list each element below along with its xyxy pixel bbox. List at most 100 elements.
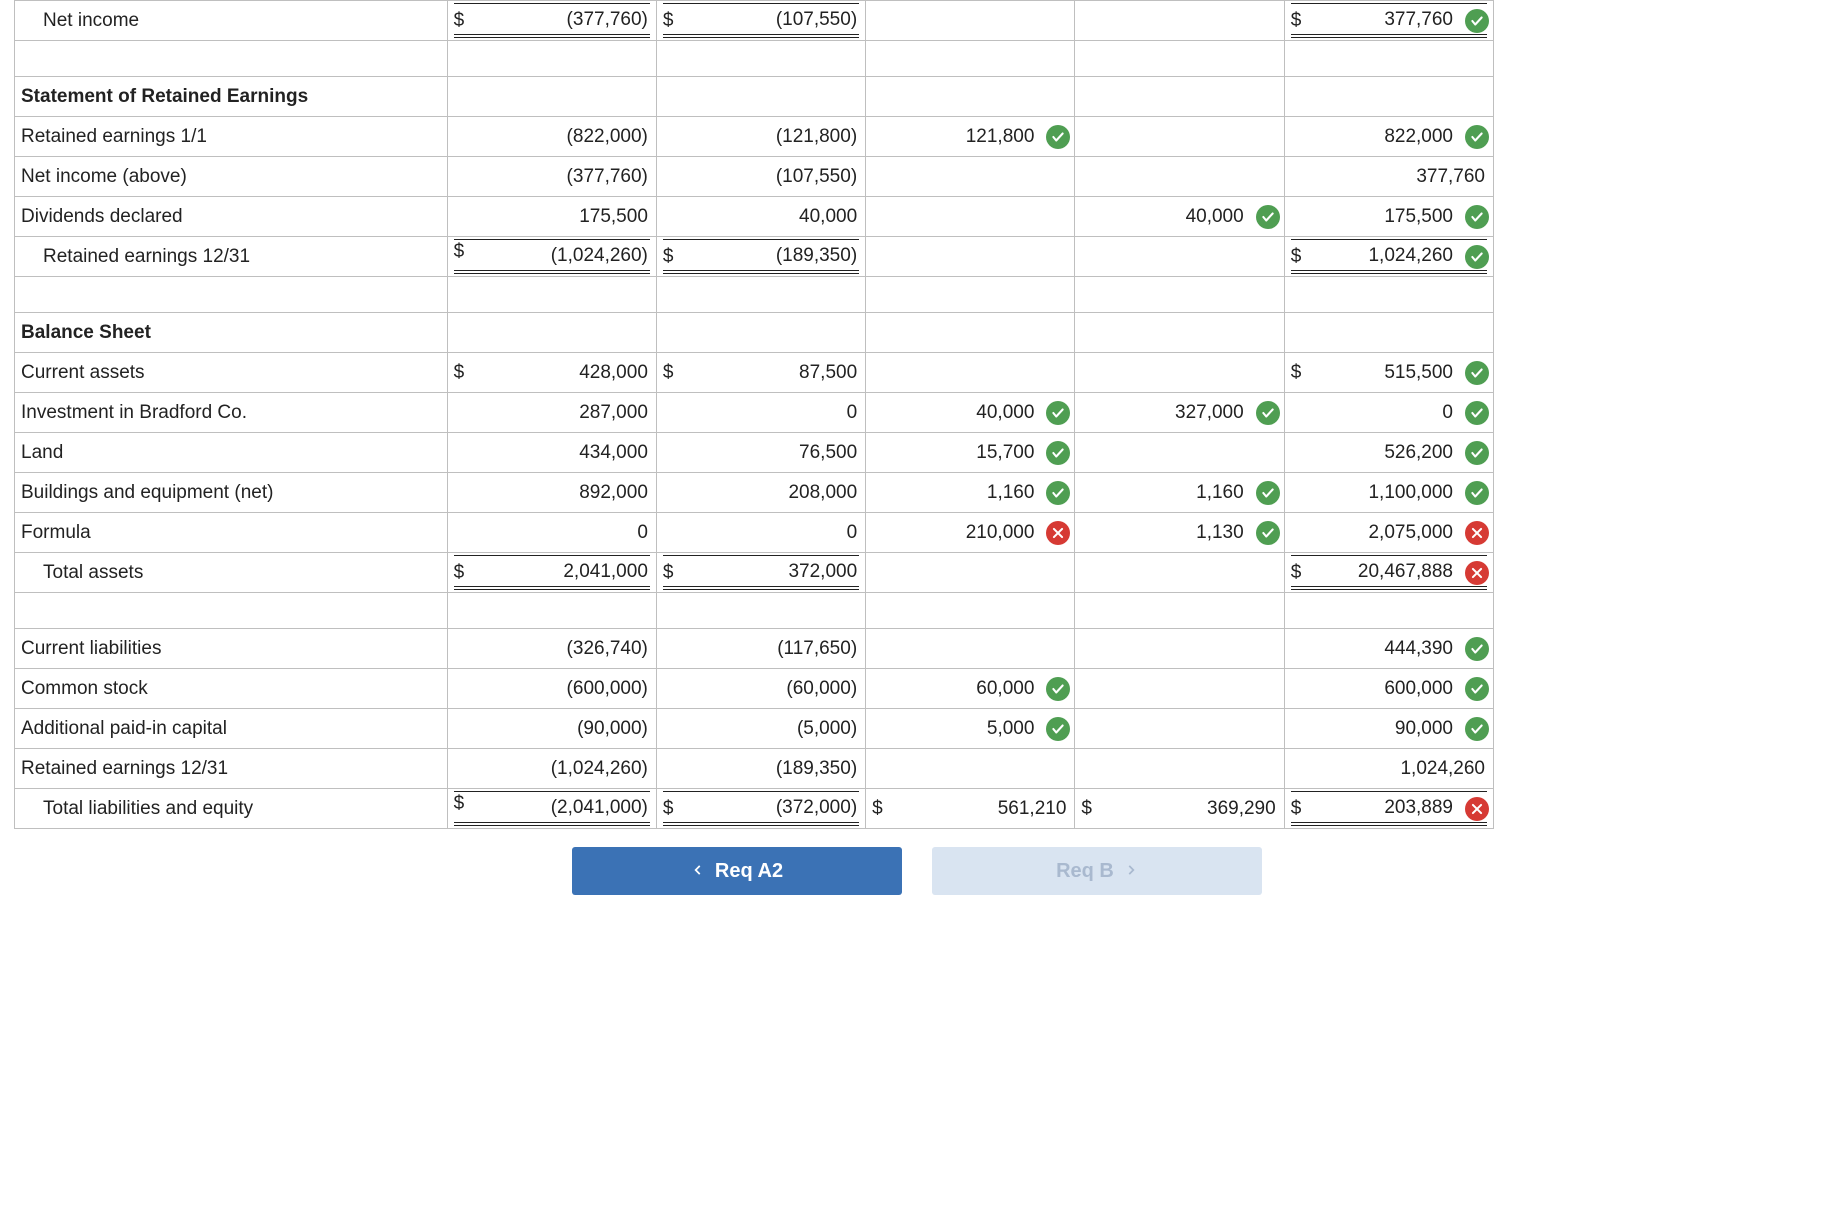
col-5: 526,200 <box>1284 433 1493 473</box>
x-icon <box>1465 561 1489 585</box>
col-4 <box>1075 669 1284 709</box>
col-2: $(189,350) <box>656 237 865 277</box>
cell-value: 87,500 <box>799 362 859 384</box>
col-2: 0 <box>656 393 865 433</box>
row-label: Retained earnings 12/31 <box>15 237 448 277</box>
col-1: (822,000) <box>447 117 656 157</box>
table-row: Formula00210,0001,1302,075,000 <box>15 513 1494 553</box>
cell-value: (5,000) <box>797 718 859 740</box>
row-label: Retained earnings 1/1 <box>15 117 448 157</box>
row-label: Current assets <box>15 353 448 393</box>
row-label: Buildings and equipment (net) <box>15 473 448 513</box>
col-1: $(1,024,260) <box>447 237 656 277</box>
table-row: Net income$(377,760)$(107,550)$377,760 <box>15 1 1494 41</box>
col-4: 40,000 <box>1075 197 1284 237</box>
checkmark-icon <box>1046 677 1070 701</box>
row-label: Land <box>15 433 448 473</box>
next-button[interactable]: Req B <box>932 847 1262 895</box>
cell-value: 561,210 <box>998 798 1069 820</box>
col-5: 600,000 <box>1284 669 1493 709</box>
row-label: Investment in Bradford Co. <box>15 393 448 433</box>
table-row: Balance Sheet <box>15 313 1494 353</box>
checkmark-icon <box>1046 125 1070 149</box>
checkmark-icon <box>1465 717 1489 741</box>
col-4 <box>1075 433 1284 473</box>
col-4: 1,160 <box>1075 473 1284 513</box>
x-icon <box>1465 521 1489 545</box>
table-row: Total assets$2,041,000$372,000$20,467,88… <box>15 553 1494 593</box>
table-row <box>15 277 1494 313</box>
row-label: Total liabilities and equity <box>15 789 448 829</box>
col-2: (5,000) <box>656 709 865 749</box>
col-2: 76,500 <box>656 433 865 473</box>
col-2: 208,000 <box>656 473 865 513</box>
cell-value: (1,024,260) <box>551 245 650 267</box>
chevron-right-icon <box>1124 860 1138 883</box>
col-1: $428,000 <box>447 353 656 393</box>
x-icon <box>1046 521 1070 545</box>
table-row: Buildings and equipment (net)892,000 208,… <box>15 473 1494 513</box>
section-header: Statement of Retained Earnings <box>15 77 448 117</box>
col-3: 210,000 <box>866 513 1075 553</box>
col-5: 90,000 <box>1284 709 1493 749</box>
cell-value: 434,000 <box>579 442 650 464</box>
col-2: (117,650) <box>656 629 865 669</box>
col-1: $(2,041,000) <box>447 789 656 829</box>
checkmark-icon <box>1046 441 1070 465</box>
col-2: (60,000) <box>656 669 865 709</box>
prev-button[interactable]: Req A2 <box>572 847 902 895</box>
table-row: Common stock(600,000)(60,000)60,000600,0… <box>15 669 1494 709</box>
table-row: Additional paid-in capital(90,000) (5,000… <box>15 709 1494 749</box>
row-label: Additional paid-in capital <box>15 709 448 749</box>
col-3 <box>866 1 1075 41</box>
cell-value: (60,000) <box>786 678 859 700</box>
col-1: (377,760) <box>447 157 656 197</box>
col-1: (1,024,260) <box>447 749 656 789</box>
cell-value: 287,000 <box>579 402 650 424</box>
table-row: Total liabilities and equity$(2,041,000)… <box>15 789 1494 829</box>
checkmark-icon <box>1465 401 1489 425</box>
checkmark-icon <box>1465 677 1489 701</box>
table-row: Net income (above)(377,760)(107,550)377,… <box>15 157 1494 197</box>
row-label: Dividends declared <box>15 197 448 237</box>
col-3 <box>866 157 1075 197</box>
col-1: 892,000 <box>447 473 656 513</box>
checkmark-icon <box>1256 401 1280 425</box>
cell-value: (189,350) <box>776 758 859 780</box>
col-2: $(372,000) <box>656 789 865 829</box>
col-2: (107,550) <box>656 157 865 197</box>
cell-value: (107,550) <box>776 166 859 188</box>
table-row: Statement of Retained Earnings <box>15 77 1494 117</box>
cell-value: 0 <box>847 522 860 544</box>
table-row: Retained earnings 12/31(1,024,260) (189,3… <box>15 749 1494 789</box>
col-4 <box>1075 157 1284 197</box>
table-row: Retained earnings 1/1(822,000)(121,800)1… <box>15 117 1494 157</box>
col-2: $372,000 <box>656 553 865 593</box>
col-1: 175,500 <box>447 197 656 237</box>
col-5: $515,500 <box>1284 353 1493 393</box>
cell-value: 2,041,000 <box>563 561 650 583</box>
table-row: Investment in Bradford Co.287,000040,000… <box>15 393 1494 433</box>
col-5: $20,467,888 <box>1284 553 1493 593</box>
row-label: Total assets <box>15 553 448 593</box>
table-row <box>15 593 1494 629</box>
col-1: (90,000) <box>447 709 656 749</box>
cell-value: (377,760) <box>567 9 650 31</box>
checkmark-icon <box>1046 401 1070 425</box>
cell-value: 0 <box>847 402 860 424</box>
next-button-label: Req B <box>1056 860 1114 883</box>
col-3 <box>866 197 1075 237</box>
checkmark-icon <box>1256 481 1280 505</box>
checkmark-icon <box>1465 9 1489 33</box>
cell-value: (117,650) <box>777 638 859 660</box>
cell-value: 372,000 <box>788 561 859 583</box>
cell-value: 1,024,260 <box>1400 758 1487 780</box>
cell-value: 208,000 <box>788 482 859 504</box>
row-label: Retained earnings 12/31 <box>15 749 448 789</box>
row-label: Current liabilities <box>15 629 448 669</box>
col-3 <box>866 629 1075 669</box>
col-2: (121,800) <box>656 117 865 157</box>
cell-value: 428,000 <box>579 362 650 384</box>
col-5: 822,000 <box>1284 117 1493 157</box>
row-label: Common stock <box>15 669 448 709</box>
